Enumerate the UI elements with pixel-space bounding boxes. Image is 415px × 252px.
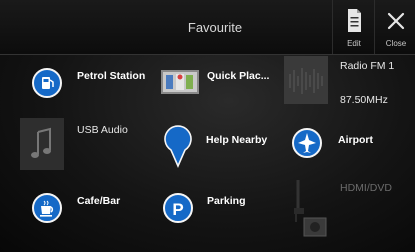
favourite-hdmi-dvd[interactable]: HDMI/DVD bbox=[286, 178, 406, 240]
favourite-usb-audio[interactable]: USB Audio bbox=[20, 118, 140, 172]
close-button[interactable]: Close bbox=[374, 0, 415, 54]
svg-text:P: P bbox=[172, 200, 183, 219]
hdmi-connector-icon bbox=[294, 180, 327, 237]
favourite-screen: Favourite Edit Close Petrol Station Quic… bbox=[0, 0, 415, 252]
favourite-radio[interactable]: Radio FM 1 87.50MHz bbox=[284, 56, 412, 112]
cafe-bar-label: Cafe/Bar bbox=[77, 195, 121, 207]
hdmi-dvd-label: HDMI/DVD bbox=[340, 182, 392, 194]
airplane-icon bbox=[292, 128, 322, 158]
radio-frequency: 87.50MHz bbox=[340, 94, 388, 106]
help-nearby-label: Help Nearby bbox=[206, 134, 268, 146]
close-label: Close bbox=[385, 39, 407, 48]
radio-tuner-icon bbox=[284, 56, 328, 104]
usb-audio-label: USB Audio bbox=[77, 124, 128, 136]
favourite-cafe-bar[interactable]: Cafe/Bar bbox=[28, 187, 148, 231]
favourite-petrol-station[interactable]: Petrol Station bbox=[28, 62, 148, 106]
edit-label: Edit bbox=[347, 39, 361, 48]
coffee-cup-icon bbox=[32, 193, 62, 223]
petrol-station-label: Petrol Station bbox=[77, 70, 146, 82]
title-bar: Favourite Edit Close bbox=[0, 0, 415, 55]
favourite-airport[interactable]: Airport bbox=[286, 122, 406, 166]
quick-place-label: Quick Plac... bbox=[207, 70, 270, 82]
radio-label: Radio FM 1 bbox=[340, 60, 395, 72]
parking-icon: P bbox=[163, 193, 193, 223]
map-icon bbox=[161, 70, 199, 94]
edit-button[interactable]: Edit bbox=[332, 0, 375, 54]
music-note-icon bbox=[20, 118, 64, 170]
favourite-help-nearby[interactable]: Help Nearby bbox=[160, 118, 280, 172]
page-title: Favourite bbox=[187, 20, 243, 35]
parking-label: Parking bbox=[207, 195, 246, 207]
location-pin-icon bbox=[164, 125, 192, 168]
favourite-parking[interactable]: P Parking bbox=[160, 187, 280, 231]
document-icon bbox=[348, 9, 361, 32]
close-icon bbox=[387, 12, 405, 30]
petrol-station-icon bbox=[32, 68, 62, 98]
favourite-quick-place[interactable]: Quick Plac... bbox=[160, 62, 280, 106]
airport-label: Airport bbox=[338, 134, 373, 146]
